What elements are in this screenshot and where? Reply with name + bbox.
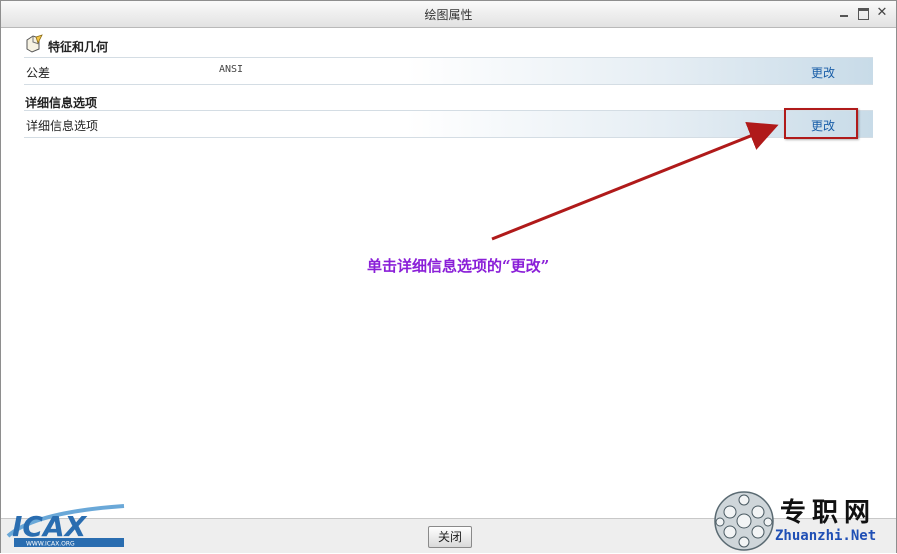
icax-logo-url: WWW.ICAX.ORG	[26, 541, 75, 548]
icax-logo: ICAX WWW.ICAX.ORG	[6, 504, 125, 548]
drawing-properties-window: 绘图属性 ✕ 特征和几何 公差 ANSI 更改 详细信息选项 详细信息选项 更改…	[0, 0, 897, 553]
annotation-text: 单击详细信息选项的“更改”	[367, 257, 550, 275]
close-button[interactable]: 关闭	[428, 526, 472, 548]
zhuanzhi-logo-text: 专职网	[780, 498, 877, 528]
zhuanzhi-ball-logo	[714, 491, 774, 551]
zhuanzhi-logo-url: Zhuanzhi.Net	[775, 528, 877, 544]
annotation-arrow	[491, 121, 779, 241]
